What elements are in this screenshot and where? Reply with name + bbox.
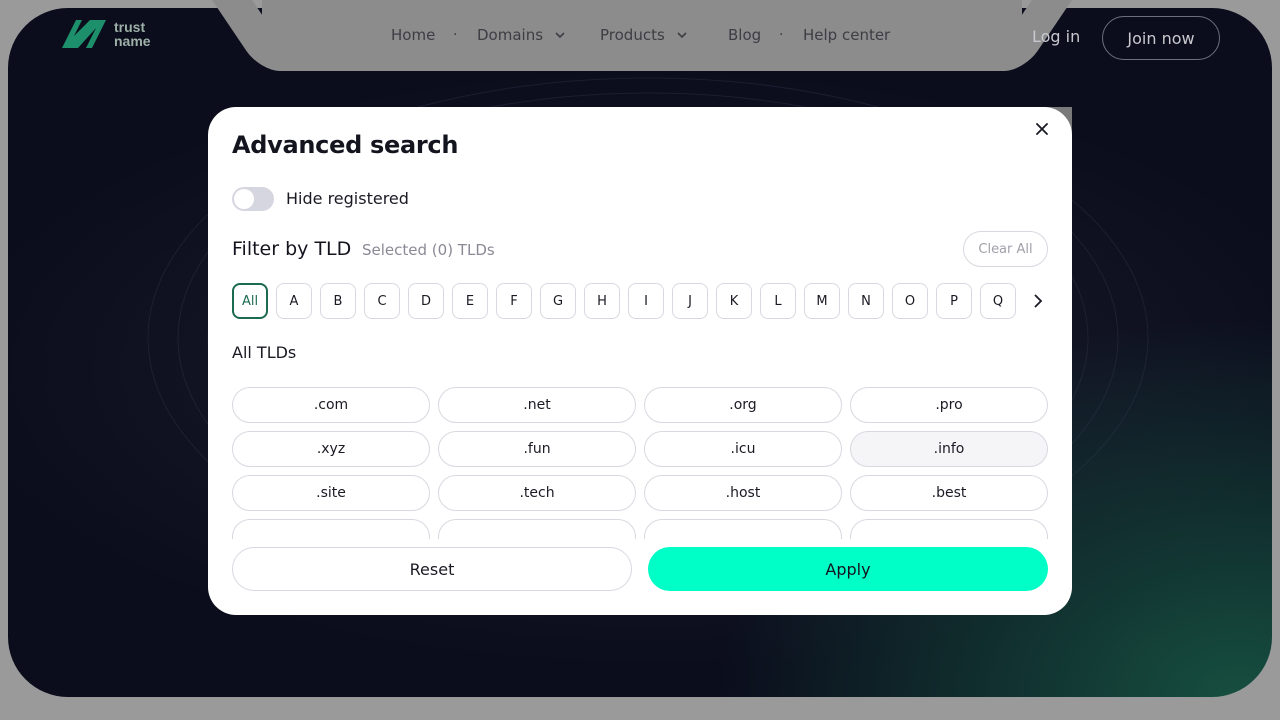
nav-item-products[interactable]: Products — [600, 26, 689, 44]
top-navigation: trust name Home · Domains Products Blog … — [0, 0, 1280, 71]
tld-option[interactable]: .pro — [850, 387, 1048, 423]
nav-item-help-center[interactable]: Help center — [803, 26, 890, 44]
tld-option[interactable] — [232, 519, 430, 539]
letter-filter-all[interactable]: All — [232, 283, 268, 319]
nav-item-blog[interactable]: Blog — [728, 26, 761, 44]
letter-filter-b[interactable]: B — [320, 283, 356, 319]
tld-grid: .com .net .org .pro .xyz .fun .icu .info… — [232, 387, 1048, 539]
letter-filter-h[interactable]: H — [584, 283, 620, 319]
tld-option[interactable]: .info — [850, 431, 1048, 467]
letter-filter-l[interactable]: L — [760, 283, 796, 319]
logo[interactable]: trust name — [60, 18, 151, 50]
letter-filter-d[interactable]: D — [408, 283, 444, 319]
filter-by-tld-title: Filter by TLD — [232, 238, 352, 260]
nav-item-domains[interactable]: Domains — [477, 26, 567, 44]
chevron-down-icon — [555, 32, 565, 39]
letter-filter-f[interactable]: F — [496, 283, 532, 319]
all-tlds-heading: All TLDs — [232, 343, 297, 362]
logo-text-line1: trust — [114, 19, 146, 35]
toggle-knob — [234, 189, 254, 209]
selected-tld-count: Selected (0) TLDs — [362, 241, 495, 259]
apply-button[interactable]: Apply — [648, 547, 1048, 591]
tld-option[interactable]: .com — [232, 387, 430, 423]
trustname-logo-icon — [62, 20, 106, 48]
letter-filter-j[interactable]: J — [672, 283, 708, 319]
logo-text: trust name — [114, 20, 151, 48]
close-icon — [1036, 123, 1048, 135]
chevron-right-icon[interactable] — [1028, 291, 1048, 311]
chevron-down-icon — [677, 32, 687, 39]
tld-option[interactable]: .xyz — [232, 431, 430, 467]
nav-separator: · — [453, 27, 458, 43]
letter-filter-k[interactable]: K — [716, 283, 752, 319]
join-now-button[interactable]: Join now — [1102, 16, 1220, 60]
tld-option[interactable]: .best — [850, 475, 1048, 511]
letter-filter-e[interactable]: E — [452, 283, 488, 319]
nav-item-help-center-label: Help center — [803, 26, 891, 44]
letter-filter-n[interactable]: N — [848, 283, 884, 319]
nav-item-home[interactable]: Home — [391, 26, 435, 44]
reset-button[interactable]: Reset — [232, 547, 632, 591]
nav-item-home-label: Home — [391, 26, 436, 44]
letter-filter-p[interactable]: P — [936, 283, 972, 319]
advanced-search-modal: Advanced search Hide registered Filter b… — [208, 107, 1072, 615]
close-modal-button[interactable] — [1020, 107, 1064, 151]
nav-item-products-label: Products — [600, 26, 665, 44]
tld-option[interactable] — [850, 519, 1048, 539]
hide-registered-label: Hide registered — [286, 189, 409, 208]
letter-filter-a[interactable]: A — [276, 283, 312, 319]
letter-filter-i[interactable]: I — [628, 283, 664, 319]
tld-option[interactable]: .org — [644, 387, 842, 423]
tld-option[interactable]: .icu — [644, 431, 842, 467]
letter-filter-q[interactable]: Q — [980, 283, 1016, 319]
nav-item-blog-label: Blog — [728, 26, 762, 44]
logo-text-line2: name — [114, 33, 151, 49]
tld-option[interactable]: .tech — [438, 475, 636, 511]
tld-option[interactable]: .net — [438, 387, 636, 423]
clear-all-button[interactable]: Clear All — [963, 231, 1048, 267]
login-link[interactable]: Log in — [1032, 27, 1080, 46]
tld-option[interactable] — [438, 519, 636, 539]
modal-title: Advanced search — [232, 131, 459, 159]
letter-filter-m[interactable]: M — [804, 283, 840, 319]
letter-filter-c[interactable]: C — [364, 283, 400, 319]
tld-list-scroll[interactable]: .com .net .org .pro .xyz .fun .icu .info… — [232, 387, 1048, 539]
letter-filter-g[interactable]: G — [540, 283, 576, 319]
tld-option[interactable] — [644, 519, 842, 539]
hide-registered-toggle[interactable] — [232, 187, 274, 211]
letter-filter-o[interactable]: O — [892, 283, 928, 319]
tld-option[interactable]: .host — [644, 475, 842, 511]
tld-option[interactable]: .site — [232, 475, 430, 511]
nav-item-domains-label: Domains — [477, 26, 544, 44]
nav-separator: · — [779, 27, 784, 43]
tld-option[interactable]: .fun — [438, 431, 636, 467]
letter-filter-bar: All A B C D E F G H I J K L M N O P Q — [232, 283, 1016, 319]
